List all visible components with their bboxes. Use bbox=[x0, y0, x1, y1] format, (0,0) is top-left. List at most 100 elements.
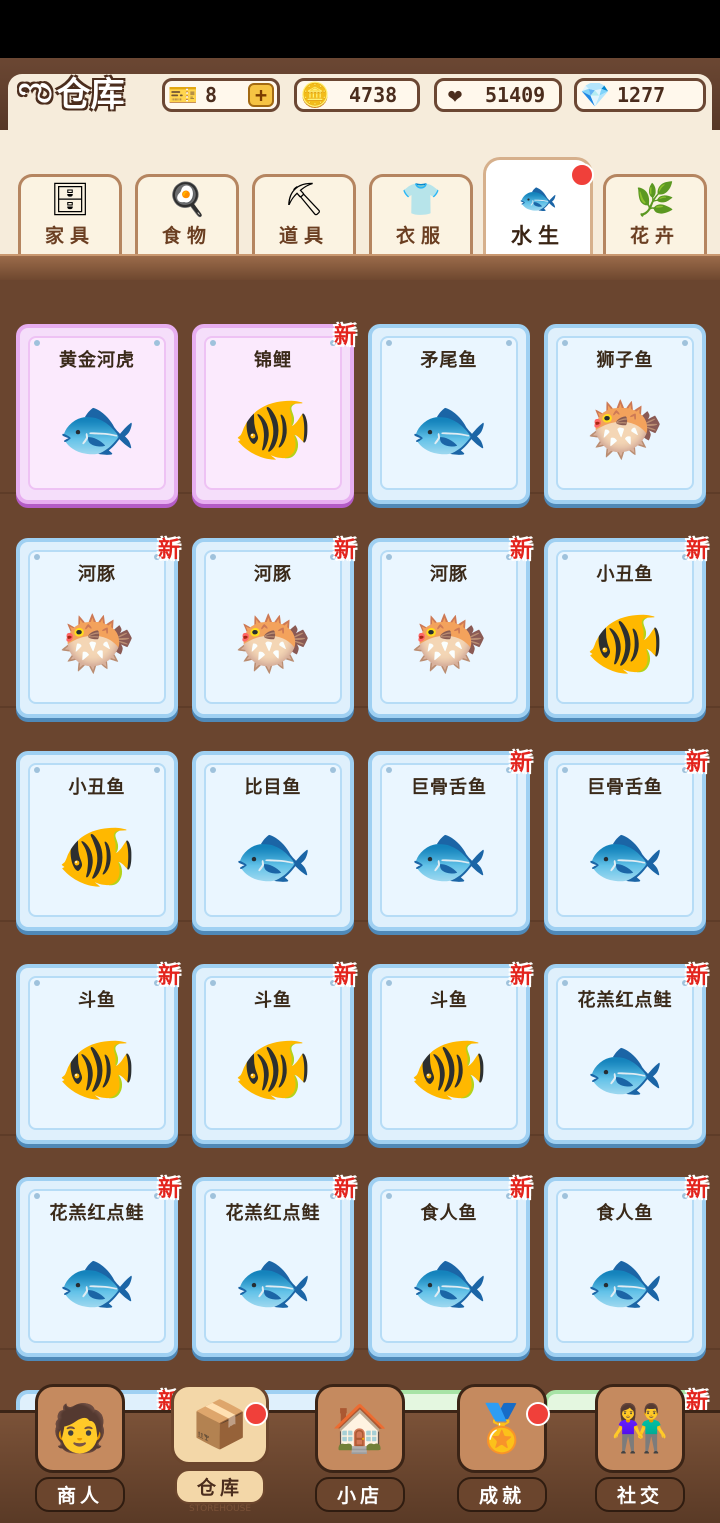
swirl-icon: ಌ bbox=[18, 70, 53, 111]
tab-shovel[interactable]: ⛏ 道具 bbox=[252, 174, 356, 254]
plant-icon: 🌿 bbox=[635, 180, 675, 218]
item-name: 食人鱼 bbox=[420, 1203, 478, 1224]
gem-value: 1277 bbox=[617, 83, 666, 107]
shovel-icon: ⛏ bbox=[283, 180, 325, 218]
new-badge: 新 bbox=[157, 538, 180, 563]
item-card[interactable]: 食人鱼 🐟 新 bbox=[368, 1177, 532, 1357]
new-badge: 新 bbox=[157, 1177, 180, 1202]
tab-label: 食物 bbox=[161, 225, 212, 247]
fish-icon: 🐠 bbox=[57, 1033, 137, 1107]
gem-icon: 💎 bbox=[580, 81, 610, 109]
notification-dot bbox=[244, 1402, 268, 1426]
new-badge: 新 bbox=[157, 964, 180, 989]
fish-icon: 🐟 bbox=[585, 820, 665, 894]
add-ticket-button[interactable]: + bbox=[248, 83, 274, 107]
page-title-text: 仓库 bbox=[56, 74, 125, 115]
item-card[interactable]: 斗鱼 🐠 新 bbox=[368, 964, 532, 1144]
item-card[interactable]: 巨骨舌鱼 🐟 新 bbox=[544, 751, 708, 931]
fish-icon: 🐟 bbox=[409, 393, 489, 467]
tab-shirt[interactable]: 👕 衣服 bbox=[369, 174, 473, 254]
new-badge: 新 bbox=[333, 964, 356, 989]
heart-value: 51409 bbox=[485, 83, 546, 107]
notification-dot bbox=[570, 163, 594, 187]
coin-icon: 🪙 bbox=[300, 81, 330, 109]
fish-icon: 🐟 bbox=[233, 1246, 313, 1320]
item-name: 巨骨舌鱼 bbox=[411, 777, 487, 798]
item-card[interactable]: 狮子鱼 🐡 bbox=[544, 324, 706, 504]
tab-label: 道具 bbox=[278, 225, 329, 247]
item-card[interactable]: 河豚 🐡 新 bbox=[192, 538, 356, 718]
new-badge: 新 bbox=[333, 1177, 356, 1202]
item-card[interactable]: 河豚 🐡 新 bbox=[368, 538, 532, 718]
shirt-icon: 👕 bbox=[401, 180, 441, 218]
item-card[interactable]: 巨骨舌鱼 🐟 新 bbox=[368, 751, 532, 931]
heart-icon: ❤ bbox=[447, 81, 463, 109]
item-name: 河豚 bbox=[254, 564, 292, 585]
item-name: 锦鲤 bbox=[254, 350, 292, 371]
merchant-icon: 🧑 bbox=[35, 1384, 125, 1473]
nav-label: 小店 bbox=[314, 1477, 405, 1512]
item-card[interactable]: 花羔红点鲑 🐟 新 bbox=[16, 1177, 180, 1357]
new-badge: 新 bbox=[333, 324, 356, 349]
item-card[interactable]: 食人鱼 🐟 新 bbox=[544, 1177, 708, 1357]
fish-icon: 🐟 bbox=[57, 393, 137, 467]
item-name: 斗鱼 bbox=[78, 990, 116, 1011]
new-badge: 新 bbox=[333, 538, 356, 563]
item-card[interactable]: 锦鲤 🐠 新 bbox=[192, 324, 356, 504]
new-badge: 新 bbox=[509, 1177, 532, 1202]
item-card[interactable]: 小丑鱼 🐠 bbox=[16, 751, 178, 931]
new-badge: 新 bbox=[509, 964, 532, 989]
item-card[interactable]: 比目鱼 🐟 bbox=[192, 751, 354, 931]
shelf-divider bbox=[0, 254, 720, 282]
coin-counter: 🪙 4738 bbox=[294, 78, 420, 112]
new-badge: 新 bbox=[685, 751, 708, 776]
item-card[interactable]: 花羔红点鲑 🐟 新 bbox=[544, 964, 708, 1144]
item-card[interactable]: 河豚 🐡 新 bbox=[16, 538, 180, 718]
item-card[interactable]: 斗鱼 🐠 新 bbox=[16, 964, 180, 1144]
nav-sublabel: STOREHOUSE bbox=[188, 1504, 252, 1514]
status-bar bbox=[0, 0, 720, 58]
item-card[interactable]: 小丑鱼 🐠 新 bbox=[544, 538, 708, 718]
nav-social[interactable]: 👫 社交 bbox=[580, 1384, 700, 1520]
new-badge: 新 bbox=[509, 751, 532, 776]
item-name: 比目鱼 bbox=[244, 777, 302, 798]
tab-egg[interactable]: 🍳 食物 bbox=[135, 174, 239, 254]
coin-value: 4738 bbox=[349, 83, 398, 107]
egg-icon: 🍳 bbox=[167, 180, 207, 218]
ticket-icon: 🎫 bbox=[168, 81, 198, 109]
item-name: 河豚 bbox=[430, 564, 468, 585]
item-name: 巨骨舌鱼 bbox=[587, 777, 663, 798]
fish-icon: 🐟 bbox=[233, 820, 313, 894]
cabinet-icon: 🗄 bbox=[49, 180, 91, 218]
item-name: 花羔红点鲑 bbox=[577, 990, 673, 1011]
item-card[interactable]: 黄金河虎 🐟 bbox=[16, 324, 178, 504]
fish-icon: 🐠 bbox=[57, 820, 137, 894]
item-name: 狮子鱼 bbox=[596, 350, 654, 371]
new-badge: 新 bbox=[685, 1177, 708, 1202]
fish-icon: 🐟 bbox=[409, 820, 489, 894]
item-name: 花羔红点鲑 bbox=[225, 1203, 321, 1224]
item-name: 黄金河虎 bbox=[59, 350, 135, 371]
fish-icon: 🐠 bbox=[233, 1033, 313, 1107]
item-name: 矛尾鱼 bbox=[420, 350, 478, 371]
item-name: 斗鱼 bbox=[430, 990, 468, 1011]
nav-merchant[interactable]: 🧑 商人 bbox=[20, 1384, 140, 1520]
item-card[interactable]: 斗鱼 🐠 新 bbox=[192, 964, 356, 1144]
page-title: ಌ 仓库 bbox=[18, 66, 125, 116]
heart-counter: ❤ 51409 bbox=[434, 78, 562, 112]
tab-label: 水生 bbox=[511, 224, 565, 248]
item-card[interactable]: 矛尾鱼 🐟 bbox=[368, 324, 530, 504]
fish-icon: 🐡 bbox=[409, 607, 489, 681]
fish-icon: 🐟 bbox=[409, 1246, 489, 1320]
tab-label: 衣服 bbox=[395, 225, 446, 247]
nav-label: 成就 bbox=[456, 1477, 547, 1512]
fish-icon: 🐠 bbox=[233, 393, 313, 467]
social-icon: 👫 bbox=[595, 1384, 685, 1473]
ticket-value: 8 bbox=[205, 83, 218, 107]
item-card[interactable]: 花羔红点鲑 🐟 新 bbox=[192, 1177, 356, 1357]
nav-shop[interactable]: 🏠 小店 bbox=[300, 1384, 420, 1520]
tab-cabinet[interactable]: 🗄 家具 bbox=[18, 174, 122, 254]
tab-plant[interactable]: 🌿 花卉 bbox=[603, 174, 707, 254]
nav-label: 商人 bbox=[34, 1477, 125, 1512]
nav-label: 仓库 bbox=[174, 1469, 265, 1504]
